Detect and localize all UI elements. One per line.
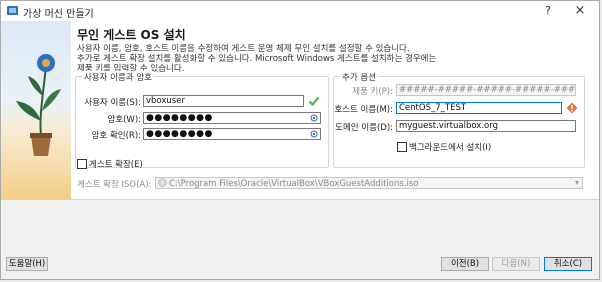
create-vm-dialog: 가상 머신 만들기 ? × 무인 게스트 OS 설치 사용자 이름, 암호, 호… (0, 0, 600, 280)
user-password-group-title: 사용자 이름과 암호 (82, 71, 154, 83)
back-button[interactable]: 이전(B) (441, 257, 489, 271)
product-key-label: 제품 키(P): (352, 87, 393, 97)
wizard-banner-image (1, 21, 71, 199)
close-button[interactable]: × (571, 3, 589, 18)
page-description: 사용자 이름, 암호, 호스트 이름을 수정하여 게스트 운영 체제 무인 설치… (77, 44, 585, 74)
help-title-button[interactable]: ? (541, 4, 555, 17)
checkmark-ok-icon (308, 96, 320, 107)
guest-additions-iso-label: 게스트 확장 ISO(A): (77, 180, 152, 190)
description-line: 추가로 게스트 확장 설치를 활성화할 수 있습니다. Microsoft Wi… (77, 54, 437, 64)
show-confirm-password-icon[interactable] (310, 130, 318, 138)
show-password-icon[interactable] (310, 114, 318, 122)
username-field[interactable]: vboxuser (143, 95, 304, 107)
window-title: 가상 머신 만들기 (23, 9, 94, 20)
domain-label: 도메인 이름(D): (335, 123, 393, 133)
page-title: 무인 게스트 OS 설치 (77, 28, 186, 42)
confirm-password-field[interactable]: ●●●●●●●● (143, 128, 321, 140)
product-key-field: #####-#####-#####-#####-##### (396, 84, 576, 96)
guest-additions-checkbox[interactable] (77, 159, 87, 169)
disc-icon (158, 178, 167, 187)
username-label: 사용자 이름(S): (84, 98, 141, 108)
password-value: ●●●●●●●● (146, 113, 213, 123)
guest-additions-iso-select: C:\Program Files\Oracle\VirtualBox\VBoxG… (155, 177, 583, 189)
hostname-field[interactable]: CentOS_7_TEST (396, 102, 562, 114)
help-button[interactable]: 도움말(H) (6, 257, 48, 271)
domain-field[interactable]: myguest.virtualbox.org (396, 120, 576, 132)
extra-options-group-title: 추가 옵션 (340, 71, 378, 83)
cancel-button[interactable]: 취소(C) (544, 257, 592, 271)
guest-additions-label: 게스트 확장(E) (89, 160, 143, 170)
confirm-password-label: 암호 확인(R): (91, 131, 141, 141)
description-line: 사용자 이름, 암호, 호스트 이름을 수정하여 게스트 운영 체제 무인 설치… (77, 44, 410, 54)
password-label: 암호(W): (107, 115, 141, 125)
virtualbox-icon (7, 6, 18, 15)
chevron-down-icon: ▾ (574, 178, 579, 187)
password-field[interactable]: ●●●●●●●● (143, 112, 321, 124)
hostname-label: 호스트 이름(M): (334, 105, 393, 115)
background-install-checkbox[interactable] (397, 142, 407, 152)
title-bar: 가상 머신 만들기 ? × (1, 1, 599, 22)
warning-icon (566, 102, 578, 114)
plant-illustration (16, 54, 61, 156)
footer-divider (1, 199, 599, 200)
guest-additions-iso-path: C:\Program Files\Oracle\VirtualBox\VBoxG… (169, 179, 419, 189)
confirm-password-value: ●●●●●●●● (146, 129, 213, 139)
wizard-page: 무인 게스트 OS 설치 사용자 이름, 암호, 호스트 이름을 수정하여 게스… (71, 21, 599, 199)
next-button[interactable]: 다음(N) (492, 257, 540, 271)
background-install-label: 백그라운드에서 설치(I) (409, 143, 492, 153)
